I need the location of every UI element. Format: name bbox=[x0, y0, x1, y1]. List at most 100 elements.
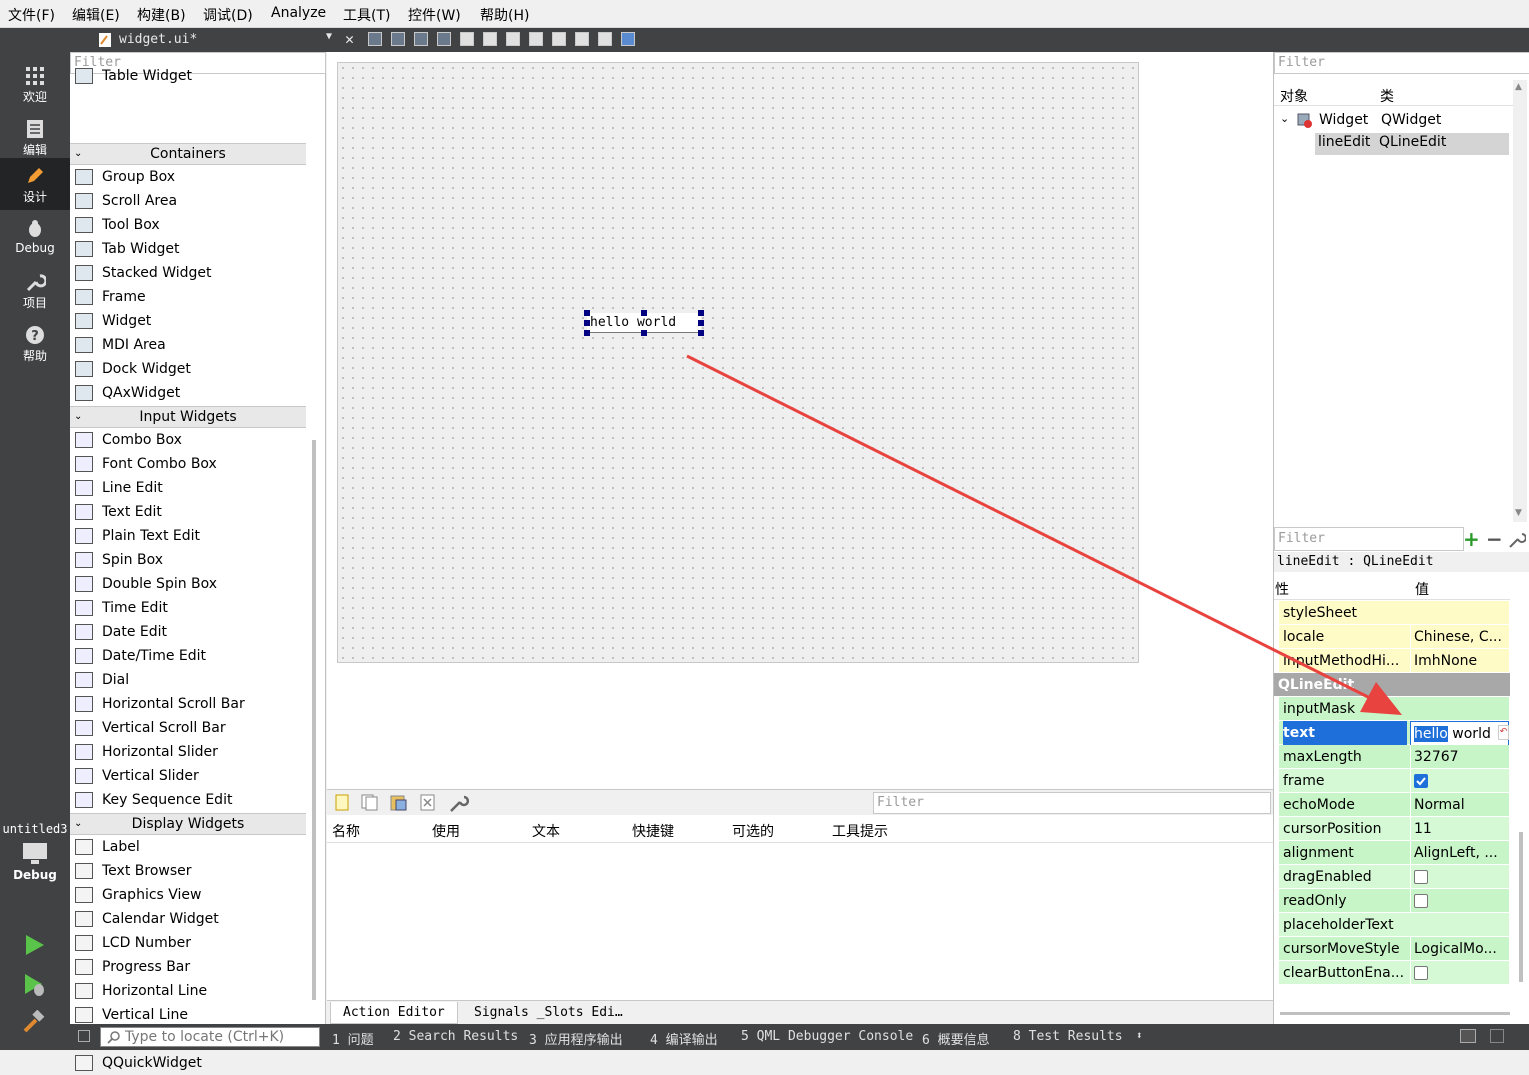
property-h-scrollbar[interactable] bbox=[1280, 1012, 1510, 1015]
widget-item-dial[interactable]: Dial bbox=[70, 668, 306, 692]
layout-v-splitter-icon[interactable] bbox=[529, 32, 543, 46]
property-value[interactable] bbox=[1410, 961, 1509, 985]
output-tab-general-messages[interactable]: 6 概要信息 bbox=[922, 1029, 990, 1048]
widget-item-line-edit[interactable]: Line Edit bbox=[70, 476, 306, 500]
column-header[interactable]: 类 bbox=[1380, 86, 1394, 106]
kit-selector[interactable]: untitled3 Debug bbox=[0, 820, 70, 910]
toggle-sidebar-icon[interactable] bbox=[78, 1030, 90, 1042]
edit-signals-icon[interactable] bbox=[391, 32, 405, 46]
widget-item-date-time-edit[interactable]: Date/Time Edit bbox=[70, 644, 306, 668]
layout-vertical-icon[interactable] bbox=[483, 32, 497, 46]
tree-row-widget[interactable]: ⌄ Widget QWidget bbox=[1274, 110, 1514, 134]
toggle-progress-icon[interactable] bbox=[1460, 1029, 1476, 1043]
scroll-down-icon[interactable]: ▼ bbox=[1515, 508, 1522, 518]
output-tab-issues[interactable]: 1 问题 bbox=[332, 1029, 374, 1048]
column-header[interactable]: 使用 bbox=[432, 821, 460, 841]
widget-item-mdi-area[interactable]: MDI Area bbox=[70, 333, 306, 357]
chevron-down-icon[interactable]: ⌄ bbox=[74, 144, 82, 164]
checkbox-unchecked[interactable] bbox=[1414, 870, 1428, 884]
property-row[interactable]: clearButtonEna... bbox=[1279, 961, 1509, 985]
widget-item-vertical-scroll-bar[interactable]: Vertical Scroll Bar bbox=[70, 716, 306, 740]
output-tab-app-output[interactable]: 3 应用程序输出 bbox=[529, 1029, 623, 1048]
property-value[interactable]: 11 bbox=[1410, 817, 1509, 841]
widget-item-lcd-number[interactable]: LCD Number bbox=[70, 931, 306, 955]
widget-item-qquickwidget[interactable]: QQuickWidget bbox=[70, 1051, 306, 1075]
column-header[interactable]: 可选的 bbox=[732, 821, 774, 841]
edit-widgets-icon[interactable] bbox=[368, 32, 382, 46]
widget-item-progress-bar[interactable]: Progress Bar bbox=[70, 955, 306, 979]
output-tab-test-results[interactable]: 8 Test Results bbox=[1013, 1029, 1123, 1044]
widget-item-widget[interactable]: Widget bbox=[70, 309, 306, 333]
widget-item-text-edit[interactable]: Text Edit bbox=[70, 500, 306, 524]
locator-input[interactable]: Type to locate (Ctrl+K) bbox=[100, 1027, 320, 1047]
property-value[interactable]: Chinese, C... bbox=[1410, 625, 1509, 649]
widget-item-key-sequence-edit[interactable]: Key Sequence Edit bbox=[70, 788, 306, 812]
property-value[interactable]: ImhNone bbox=[1410, 649, 1509, 673]
property-row[interactable]: alignment AlignLeft, ... bbox=[1279, 841, 1509, 865]
output-tab-qml-debugger[interactable]: 5 QML Debugger Console bbox=[741, 1029, 913, 1044]
form-canvas[interactable] bbox=[337, 62, 1139, 663]
menu-analyze[interactable]: Analyze bbox=[271, 5, 326, 21]
property-row[interactable]: styleSheet bbox=[1279, 601, 1509, 625]
object-inspector-scrollbar[interactable]: ▲ ▼ bbox=[1513, 80, 1527, 522]
widget-item-horizontal-slider[interactable]: Horizontal Slider bbox=[70, 740, 306, 764]
adjust-size-icon[interactable] bbox=[621, 32, 635, 46]
chevron-down-icon[interactable]: ⌄ bbox=[74, 814, 82, 834]
property-value[interactable] bbox=[1410, 769, 1509, 793]
widget-item-spin-box[interactable]: Spin Box bbox=[70, 548, 306, 572]
resize-handle[interactable] bbox=[641, 310, 647, 316]
more-tabs-icon[interactable]: ⬍ bbox=[1136, 1029, 1143, 1042]
layout-horizontal-icon[interactable] bbox=[460, 32, 474, 46]
output-tab-search[interactable]: 2 Search Results bbox=[393, 1029, 518, 1044]
widget-item-dock-widget[interactable]: Dock Widget bbox=[70, 357, 306, 381]
property-value[interactable]: LogicalMo... bbox=[1410, 937, 1509, 961]
widget-category-header[interactable]: ⌄ Input Widgets bbox=[70, 406, 306, 428]
property-row[interactable]: inputMask bbox=[1279, 697, 1509, 721]
column-header[interactable]: 快捷键 bbox=[632, 821, 674, 841]
mode-help[interactable]: ? 帮助 bbox=[0, 317, 70, 369]
layout-grid-icon[interactable] bbox=[575, 32, 589, 46]
property-row[interactable]: maxLength 32767 bbox=[1279, 745, 1509, 769]
property-value[interactable]: Normal bbox=[1410, 793, 1509, 817]
new-action-icon[interactable] bbox=[335, 794, 349, 811]
property-value[interactable] bbox=[1410, 889, 1509, 913]
output-tab-compile[interactable]: 4 编译输出 bbox=[650, 1029, 718, 1048]
widget-item-double-spin-box[interactable]: Double Spin Box bbox=[70, 572, 306, 596]
property-row[interactable]: text hello world ↶ bbox=[1279, 721, 1509, 747]
property-row[interactable]: dragEnabled bbox=[1279, 865, 1509, 889]
widget-item-calendar-widget[interactable]: Calendar Widget bbox=[70, 907, 306, 931]
menu-widgets[interactable]: 控件(W) bbox=[408, 5, 461, 25]
debug-run-icon[interactable] bbox=[22, 972, 48, 998]
widget-item-frame[interactable]: Frame bbox=[70, 285, 306, 309]
edit-buddies-icon[interactable] bbox=[414, 32, 428, 46]
property-row[interactable]: cursorMoveStyle LogicalMo... bbox=[1279, 937, 1509, 961]
chevron-down-icon[interactable]: ▼ bbox=[326, 31, 332, 42]
resize-handle[interactable] bbox=[698, 320, 704, 326]
widget-item-text-browser[interactable]: Text Browser bbox=[70, 859, 306, 883]
resize-handle[interactable] bbox=[641, 330, 647, 336]
widget-item-qaxwidget[interactable]: QAxWidget bbox=[70, 381, 306, 405]
mode-projects[interactable]: 项目 bbox=[0, 264, 70, 316]
property-row[interactable]: locale Chinese, C... bbox=[1279, 625, 1509, 649]
widget-item-graphics-view[interactable]: Graphics View bbox=[70, 883, 306, 907]
widget-item-group-box[interactable]: Group Box bbox=[70, 165, 306, 189]
column-header[interactable]: 对象 bbox=[1280, 86, 1308, 106]
checkbox-unchecked[interactable] bbox=[1414, 966, 1428, 980]
open-file-name[interactable]: widget.ui* bbox=[119, 32, 197, 47]
property-scrollbar[interactable] bbox=[1519, 832, 1523, 982]
layout-h-splitter-icon[interactable] bbox=[506, 32, 520, 46]
paste-action-icon[interactable] bbox=[390, 794, 408, 811]
tab-signals-slots-editor[interactable]: Signals _Slots Edi… bbox=[462, 1002, 635, 1024]
column-header[interactable]: 文本 bbox=[532, 821, 560, 841]
column-header[interactable]: 工具提示 bbox=[832, 821, 888, 841]
checkbox-unchecked[interactable] bbox=[1414, 894, 1428, 908]
property-value[interactable]: hello world bbox=[1410, 721, 1509, 747]
menu-help[interactable]: 帮助(H) bbox=[480, 5, 529, 25]
resize-handle[interactable] bbox=[698, 330, 704, 336]
widget-item-stacked-widget[interactable]: Stacked Widget bbox=[70, 261, 306, 285]
checkbox-checked[interactable] bbox=[1414, 774, 1428, 788]
menu-edit[interactable]: 编辑(E) bbox=[72, 5, 120, 25]
widget-item-plain-text-edit[interactable]: Plain Text Edit bbox=[70, 524, 306, 548]
action-filter-input[interactable]: Filter bbox=[873, 792, 1271, 814]
property-row[interactable]: inputMethodHi... ImhNone bbox=[1279, 649, 1509, 673]
